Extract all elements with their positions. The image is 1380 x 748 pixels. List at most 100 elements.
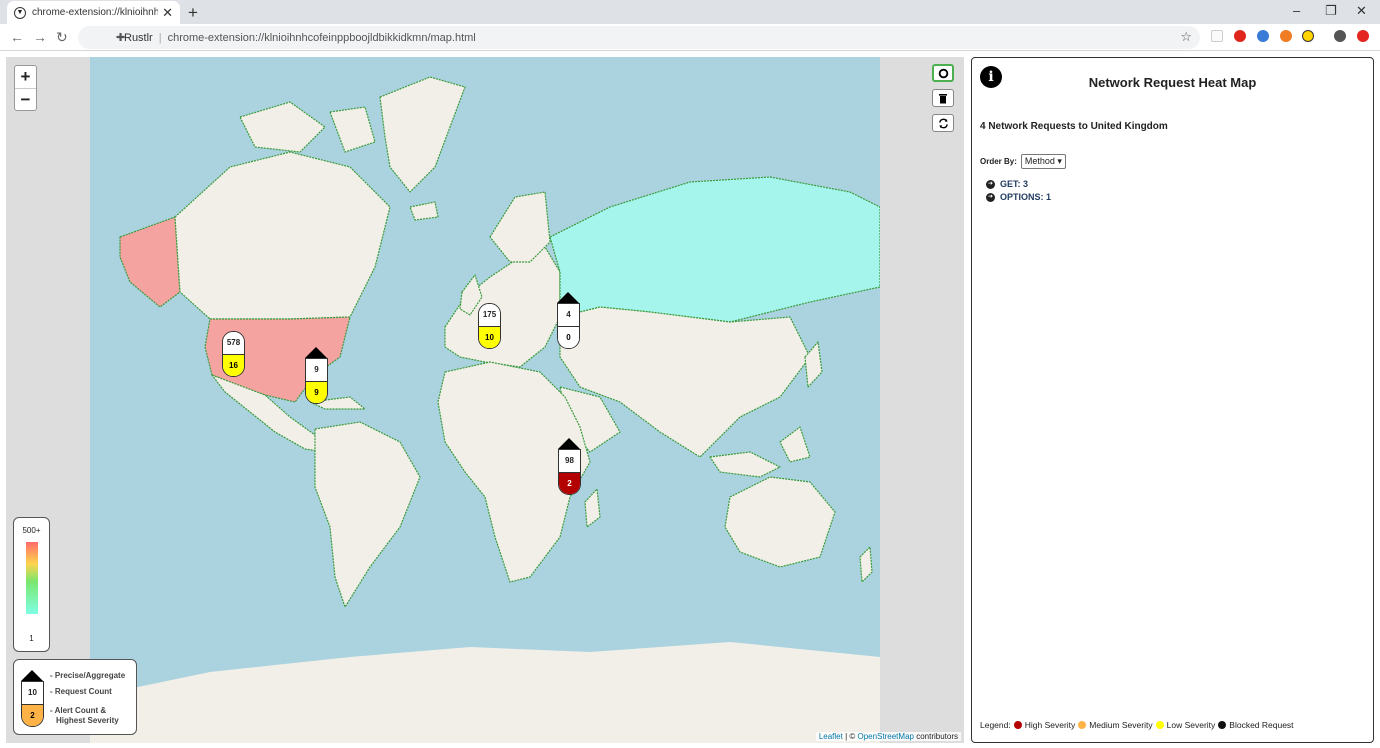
precise-arrow-icon bbox=[305, 347, 327, 358]
marker-alert-count: 10 bbox=[479, 326, 500, 348]
attribution-separator: | © bbox=[842, 732, 858, 741]
attribution-tail: contributors bbox=[913, 732, 958, 741]
extension-puzzle-icon: ✚ bbox=[116, 32, 126, 44]
marker-request-count: 4 bbox=[558, 304, 579, 326]
info-panel: i Network Request Heat Map 4 Network Req… bbox=[971, 57, 1374, 743]
extension-blank-icon[interactable] bbox=[1211, 30, 1223, 42]
close-tab-icon[interactable]: ✕ bbox=[162, 5, 173, 21]
refresh-button[interactable] bbox=[932, 114, 954, 132]
scale-min-label: 1 bbox=[29, 634, 34, 643]
legend-blocked: Blocked Request bbox=[1229, 720, 1294, 730]
tab-title: chrome-extension://klnioihnhcofeinppbooj… bbox=[32, 7, 159, 18]
map-container[interactable]: + − 578 16 9 9 175 10 4 0 98 2 500+ 1 10… bbox=[6, 57, 964, 743]
marker-alert-count: 9 bbox=[306, 381, 327, 403]
reload-icon[interactable]: ↻ bbox=[56, 29, 68, 46]
marker-request-count: 175 bbox=[479, 304, 500, 326]
group-options[interactable]: ➜ OPTIONS: 1 bbox=[986, 192, 1051, 202]
precise-arrow-icon bbox=[557, 292, 579, 303]
browser-toolbar: ← → ↻ ✚ Rustlr | chrome-extension://klni… bbox=[0, 24, 1380, 51]
blocked-request-dot-icon bbox=[1218, 721, 1227, 729]
url-text: chrome-extension://klnioihnhcofeinppbooj… bbox=[167, 31, 476, 44]
zoom-control: + − bbox=[14, 65, 37, 111]
trash-icon bbox=[939, 93, 947, 103]
map-marker-africa[interactable]: 98 2 bbox=[558, 438, 581, 495]
marker-alert-count: 2 bbox=[559, 472, 580, 494]
profile-avatar-icon[interactable] bbox=[1334, 30, 1346, 42]
marker-alert-count: 16 bbox=[223, 354, 244, 376]
order-by-select[interactable]: Method ▾ bbox=[1020, 154, 1066, 169]
legend-high: High Severity bbox=[1024, 720, 1076, 730]
rustlr-extension-icon[interactable] bbox=[1302, 30, 1314, 42]
opera-extension-icon[interactable] bbox=[1234, 30, 1246, 42]
precise-arrow-icon bbox=[21, 670, 43, 681]
map-marker-usa-west[interactable]: 578 16 bbox=[222, 331, 245, 377]
openstreetmap-link[interactable]: OpenStreetMap bbox=[857, 732, 913, 741]
group-get[interactable]: ➜ GET: 3 bbox=[986, 179, 1028, 189]
bookmark-star-icon[interactable]: ☆ bbox=[1180, 29, 1192, 45]
browser-tab[interactable]: ▼ chrome-extension://klnioihnhcofeinppbo… bbox=[7, 1, 180, 24]
orange-extension-icon[interactable] bbox=[1280, 30, 1292, 42]
key-sample-count: 10 bbox=[22, 682, 43, 704]
key-alert-label-1: - Alert Count & bbox=[50, 706, 107, 715]
leaflet-link[interactable]: Leaflet bbox=[819, 732, 843, 741]
address-separator: | bbox=[158, 31, 162, 44]
marker-pill: 175 10 bbox=[478, 303, 501, 349]
map-marker-europe-east[interactable]: 4 0 bbox=[557, 292, 580, 349]
order-by-row: Order By: Method ▾ bbox=[980, 154, 1066, 169]
severity-legend: Legend: High Severity Medium Severity Lo… bbox=[980, 720, 1294, 730]
marker-request-count: 578 bbox=[223, 332, 244, 354]
expand-arrow-icon: ➜ bbox=[986, 192, 995, 202]
key-sample-alert: 2 bbox=[22, 704, 43, 726]
panel-title: Network Request Heat Map bbox=[1088, 75, 1257, 90]
restore-button[interactable]: ❐ bbox=[1325, 3, 1337, 19]
legend-low: Low Severity bbox=[1166, 720, 1216, 730]
key-sample-marker: 10 2 bbox=[21, 670, 44, 727]
locate-button[interactable] bbox=[932, 64, 954, 82]
forward-arrow-icon[interactable]: → bbox=[33, 29, 47, 45]
order-by-label: Order By: bbox=[980, 157, 1017, 166]
address-bar[interactable]: ✚ Rustlr | chrome-extension://klnioihnhc… bbox=[78, 26, 1200, 49]
map-marker-europe-west[interactable]: 175 10 bbox=[478, 303, 501, 349]
scale-gradient-bar bbox=[26, 542, 38, 614]
panel-subtitle: 4 Network Requests to United Kingdom bbox=[980, 121, 1168, 132]
group-label: GET: 3 bbox=[1000, 179, 1029, 189]
marker-request-count: 98 bbox=[559, 450, 580, 472]
tab-strip: ▼ chrome-extension://klnioihnhcofeinppbo… bbox=[0, 0, 1380, 24]
marker-alert-count: 0 bbox=[558, 326, 579, 348]
key-count-label: - Request Count bbox=[50, 687, 112, 696]
site-name: Rustlr bbox=[124, 31, 153, 44]
heat-scale-legend: 500+ 1 bbox=[13, 517, 50, 652]
marker-pill: 10 2 bbox=[21, 681, 44, 727]
marker-request-count: 9 bbox=[306, 359, 327, 381]
legend-label: Legend: bbox=[980, 720, 1011, 730]
precise-arrow-icon bbox=[558, 438, 580, 449]
extension-favicon-icon: ▼ bbox=[14, 6, 26, 19]
refresh-icon bbox=[938, 118, 948, 128]
high-severity-dot-icon bbox=[1013, 721, 1022, 729]
menu-extension-icon[interactable] bbox=[1357, 30, 1369, 42]
globe-extension-icon[interactable] bbox=[1257, 30, 1269, 42]
legend-medium: Medium Severity bbox=[1089, 720, 1153, 730]
map-attribution: Leaflet | © OpenStreetMap contributors bbox=[815, 732, 961, 741]
clear-button[interactable] bbox=[932, 89, 954, 107]
marker-pill: 4 0 bbox=[557, 303, 580, 349]
target-icon bbox=[938, 68, 948, 78]
minimize-button[interactable]: – bbox=[1293, 3, 1300, 18]
zoom-in-button[interactable]: + bbox=[15, 66, 36, 88]
world-map[interactable] bbox=[90, 57, 880, 743]
low-severity-dot-icon bbox=[1155, 721, 1164, 729]
map-marker-usa-east[interactable]: 9 9 bbox=[305, 347, 328, 404]
scale-max-label: 500+ bbox=[22, 526, 41, 535]
key-alert-label-2: Highest Severity bbox=[56, 716, 119, 725]
marker-pill: 9 9 bbox=[305, 358, 328, 404]
close-window-button[interactable]: ✕ bbox=[1356, 3, 1367, 19]
key-precise-label: - Precise/Aggregate bbox=[50, 671, 126, 680]
marker-pill: 98 2 bbox=[558, 449, 581, 495]
back-arrow-icon[interactable]: ← bbox=[10, 29, 24, 45]
expand-arrow-icon: ➜ bbox=[986, 179, 995, 189]
marker-pill: 578 16 bbox=[222, 331, 245, 377]
marker-key-legend: 10 2 - Precise/Aggregate - Request Count… bbox=[13, 659, 137, 735]
zoom-out-button[interactable]: − bbox=[15, 88, 36, 110]
medium-severity-dot-icon bbox=[1078, 721, 1087, 729]
new-tab-button[interactable]: + bbox=[188, 3, 198, 23]
